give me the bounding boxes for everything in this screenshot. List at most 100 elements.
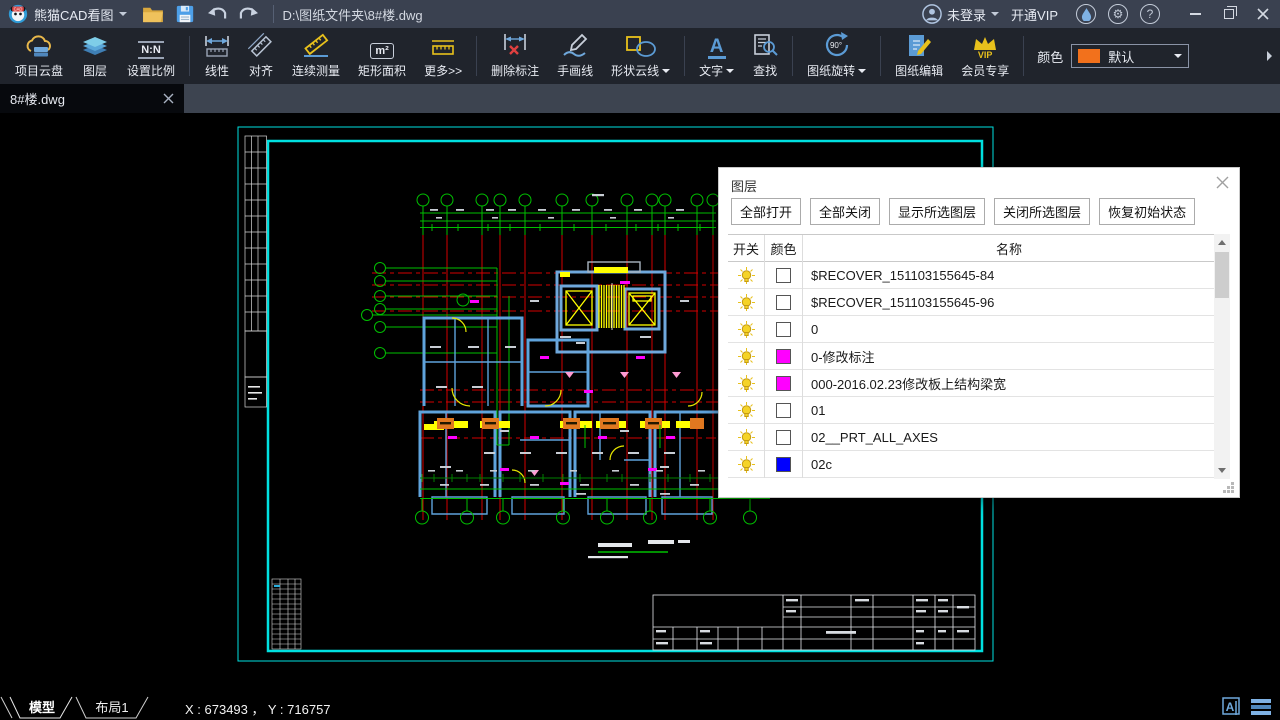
annotation-toggle-icon[interactable]: A — [1222, 697, 1242, 717]
theme-button[interactable] — [1076, 4, 1096, 24]
file-path: D:\图纸文件夹\8#楼.dwg — [282, 5, 422, 24]
tool-aligned-measure[interactable]: 对齐 — [239, 30, 283, 82]
layer-on-bulb-icon[interactable] — [738, 456, 755, 473]
continuous-measure-icon — [301, 33, 331, 59]
panel-resize-grip[interactable] — [1222, 481, 1235, 494]
layer-on-bulb-icon[interactable] — [738, 348, 755, 365]
scale-icon: N:N — [138, 41, 164, 59]
tool-linear-measure[interactable]: 线性 — [195, 30, 239, 82]
close-all-button[interactable]: 全部关闭 — [810, 198, 880, 225]
cursor-coordinates: X : 673493 ， Y : 716757 — [185, 699, 331, 718]
color-dropdown[interactable]: 默认 — [1071, 44, 1189, 68]
layer-on-bulb-icon[interactable] — [738, 267, 755, 284]
login-menu[interactable]: 未登录 — [922, 4, 999, 24]
layer-color-swatch[interactable] — [776, 403, 791, 418]
menu-icon[interactable] — [1250, 697, 1272, 717]
layer-on-bulb-icon[interactable] — [738, 402, 755, 419]
layer-on-bulb-icon[interactable] — [738, 429, 755, 446]
tool-text[interactable]: A 文字 — [690, 30, 743, 82]
tool-delete-annotation[interactable]: 删除标注 — [482, 30, 548, 82]
document-tabstrip: 8#楼.dwg — [0, 84, 1280, 113]
chevron-down-icon — [726, 69, 734, 77]
tool-layers[interactable]: 图层 — [72, 30, 118, 82]
color-control: 颜色 默认 — [1037, 44, 1189, 68]
layer-on-bulb-icon[interactable] — [738, 294, 755, 311]
scroll-down-icon[interactable] — [1214, 463, 1230, 479]
close-button[interactable] — [1246, 0, 1280, 28]
document-tab[interactable]: 8#楼.dwg — [0, 84, 184, 113]
open-vip-button[interactable]: 开通VIP — [1011, 5, 1058, 24]
layer-name: 0-修改标注 — [803, 347, 1215, 366]
undo-button[interactable] — [206, 3, 228, 25]
layer-row[interactable]: 0-修改标注 — [728, 343, 1215, 370]
tool-edit-drawing[interactable]: 图纸编辑 — [886, 30, 952, 82]
scroll-up-icon[interactable] — [1214, 234, 1230, 250]
hide-selected-button[interactable]: 关闭所选图层 — [994, 198, 1090, 225]
help-button[interactable]: ? — [1140, 4, 1160, 24]
user-icon — [922, 4, 942, 24]
layer-color-swatch[interactable] — [776, 322, 791, 337]
layer-row[interactable]: $RECOVER_151103155645-96 — [728, 289, 1215, 316]
layer-color-swatch[interactable] — [776, 295, 791, 310]
layer-row[interactable]: 0 — [728, 316, 1215, 343]
vip-crown-icon: VIP — [972, 36, 998, 59]
tool-vip[interactable]: VIP 会员专享 — [952, 30, 1018, 82]
minimize-button[interactable] — [1178, 0, 1212, 28]
settings-button[interactable]: ⚙ — [1108, 4, 1128, 24]
layer-color-swatch[interactable] — [776, 457, 791, 472]
svg-text:90°: 90° — [830, 41, 842, 50]
app-name-menu[interactable]: 熊猫CAD看图 — [34, 5, 127, 24]
layers-scrollbar[interactable] — [1214, 234, 1230, 479]
toolbar-overflow-arrow[interactable] — [1267, 51, 1277, 61]
tool-rotate[interactable]: 90° 图纸旋转 — [798, 30, 875, 82]
layers-panel: 图层 全部打开 全部关闭 显示所选图层 关闭所选图层 恢复初始状态 — [718, 167, 1240, 498]
panel-close-icon[interactable] — [1216, 176, 1229, 189]
save-icon — [176, 5, 194, 23]
edit-drawing-icon — [905, 33, 933, 59]
open-all-button[interactable]: 全部打开 — [731, 198, 801, 225]
layer-row[interactable]: 000-2016.02.23修改板上结构梁宽 — [728, 370, 1215, 397]
tool-set-scale[interactable]: N:N 设置比例 — [118, 30, 184, 82]
layer-color-swatch[interactable] — [776, 349, 791, 364]
find-icon — [752, 33, 778, 59]
tool-freehand[interactable]: 手画线 — [548, 30, 602, 82]
layer-color-swatch[interactable] — [776, 376, 791, 391]
layer-color-swatch[interactable] — [776, 268, 791, 283]
tool-continuous-measure[interactable]: 连续测量 — [283, 30, 349, 82]
layer-name: 02__PRT_ALL_AXES — [803, 430, 1215, 445]
titlebar-separator — [273, 5, 274, 23]
tool-project-cloud[interactable]: 项目云盘 — [6, 30, 72, 82]
layer-row[interactable]: 02c — [728, 451, 1215, 478]
tool-find[interactable]: 查找 — [743, 30, 787, 82]
layer-on-bulb-icon[interactable] — [738, 375, 755, 392]
tool-shape-cloud[interactable]: 形状云线 — [602, 30, 679, 82]
layer-on-bulb-icon[interactable] — [738, 321, 755, 338]
layer-row[interactable]: $RECOVER_151103155645-84 — [728, 262, 1215, 289]
color-value: 默认 — [1108, 47, 1134, 66]
redo-button[interactable] — [238, 3, 260, 25]
show-selected-button[interactable]: 显示所选图层 — [889, 198, 985, 225]
layer-row[interactable]: 02__PRT_ALL_AXES — [728, 424, 1215, 451]
undo-icon — [206, 5, 228, 23]
app-name: 熊猫CAD看图 — [34, 5, 113, 24]
droplet-icon — [1081, 8, 1092, 21]
save-button[interactable] — [174, 3, 196, 25]
layer-color-swatch[interactable] — [776, 430, 791, 445]
layout-tab[interactable]: 布局1 — [95, 700, 128, 715]
model-tab[interactable]: 模型 — [29, 700, 55, 715]
chevron-down-icon — [119, 12, 127, 20]
restore-initial-button[interactable]: 恢复初始状态 — [1099, 198, 1195, 225]
tool-rect-area[interactable]: m² 矩形面积 — [349, 30, 415, 82]
more-ruler-icon — [429, 37, 457, 59]
maximize-button[interactable] — [1212, 0, 1246, 28]
folder-icon — [142, 5, 164, 23]
layer-name: 0 — [803, 322, 1215, 337]
scrollbar-thumb[interactable] — [1215, 252, 1229, 298]
open-file-button[interactable] — [142, 3, 164, 25]
drawing-canvas[interactable]: 图层 全部打开 全部关闭 显示所选图层 关闭所选图层 恢复初始状态 — [0, 113, 1280, 695]
toolbar-separator — [476, 36, 477, 76]
minimize-icon — [1190, 13, 1201, 15]
tool-more[interactable]: 更多>> — [415, 30, 471, 82]
tab-close-icon[interactable] — [163, 93, 174, 104]
layer-row[interactable]: 01 — [728, 397, 1215, 424]
